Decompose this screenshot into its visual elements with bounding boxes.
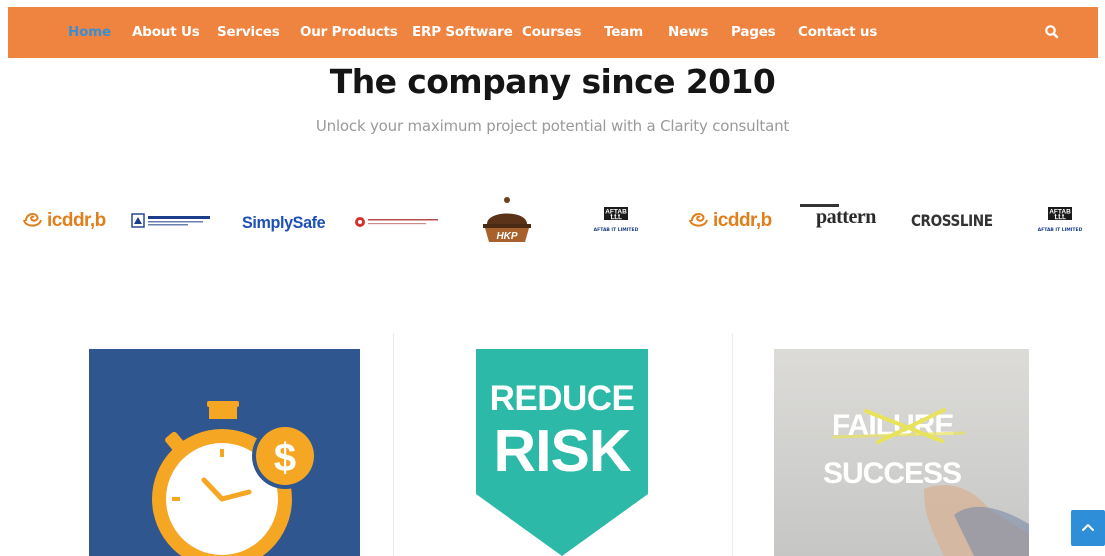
stopwatch-dollar-icon: $	[152, 401, 318, 556]
nav-item-services[interactable]: Services	[217, 7, 280, 58]
client-logo-hkp: HKP	[479, 194, 535, 251]
feature-image-time-money: $	[89, 349, 360, 556]
hero-title: The company since 2010	[329, 62, 776, 101]
nav-item-pages[interactable]: Pages	[731, 7, 776, 58]
nav-item-erp-software[interactable]: ERP Software	[412, 7, 513, 58]
feature-image-failure-success: FAILURE SUCCESS	[774, 349, 1029, 556]
svg-text:HKP: HKP	[496, 231, 517, 242]
main-navbar: Home About Us Services Our Products ERP …	[8, 7, 1098, 58]
client-logo-bangla-org	[131, 211, 213, 236]
search-icon[interactable]	[1042, 22, 1062, 42]
nav-item-home[interactable]: Home	[68, 7, 111, 58]
client-logo-crossline: CROSSLINE	[911, 211, 993, 230]
client-logo-icddr-b-2: icddr,b	[688, 209, 772, 235]
client-logo-aftab-2: AFTAB ꝈꝈꝈ AFTAB IT LIMITED	[1034, 206, 1086, 233]
client-logo-icddr-b-text: icddr,b	[47, 210, 106, 231]
nav-item-news[interactable]: News	[668, 7, 708, 58]
client-logo-pattern: pattern	[800, 204, 876, 229]
strike-marks	[832, 408, 1029, 556]
client-logo-aftab-2-sub: AFTAB IT LIMITED	[1037, 228, 1083, 233]
client-logo-aftab: AFTAB ꝈꝈꝈ AFTAB IT LIMITED	[590, 206, 642, 233]
client-logo-red-org	[354, 215, 440, 234]
icddr-swirl-icon	[688, 209, 710, 235]
svg-text:ꝈꝈꝈ: ꝈꝈꝈ	[610, 213, 623, 221]
client-logo-icddr-b: icddr,b	[22, 209, 106, 235]
nav-item-our-products[interactable]: Our Products	[300, 7, 398, 58]
nav-item-about-us[interactable]: About Us	[132, 7, 200, 58]
hero-subtitle: Unlock your maximum project potential wi…	[315, 117, 790, 135]
client-logo-aftab-sub: AFTAB IT LIMITED	[593, 228, 639, 233]
reduce-label: REDUCE	[489, 379, 635, 418]
card-divider	[393, 333, 394, 556]
feature-image-reduce-risk: REDUCE RISK	[476, 349, 648, 556]
nav-item-courses[interactable]: Courses	[522, 7, 581, 58]
client-logo-simplysafe: SimplySafe	[242, 213, 326, 232]
dollar-symbol: $	[274, 436, 296, 480]
back-to-top-button[interactable]	[1071, 510, 1105, 546]
nav-item-contact-us[interactable]: Contact us	[798, 7, 877, 58]
risk-label: RISK	[493, 418, 632, 484]
page: Home About Us Services Our Products ERP …	[0, 0, 1105, 556]
svg-text:ꝈꝈꝈ: ꝈꝈꝈ	[1054, 213, 1067, 221]
success-label: SUCCESS	[823, 457, 962, 490]
chevron-up-icon	[1082, 524, 1094, 531]
client-logo-pattern-text: pattern	[816, 206, 876, 228]
client-logo-icddr-b-2-text: icddr,b	[713, 210, 772, 231]
nav-item-team[interactable]: Team	[604, 7, 643, 58]
card-divider	[732, 333, 733, 556]
icddr-swirl-icon	[22, 209, 44, 235]
